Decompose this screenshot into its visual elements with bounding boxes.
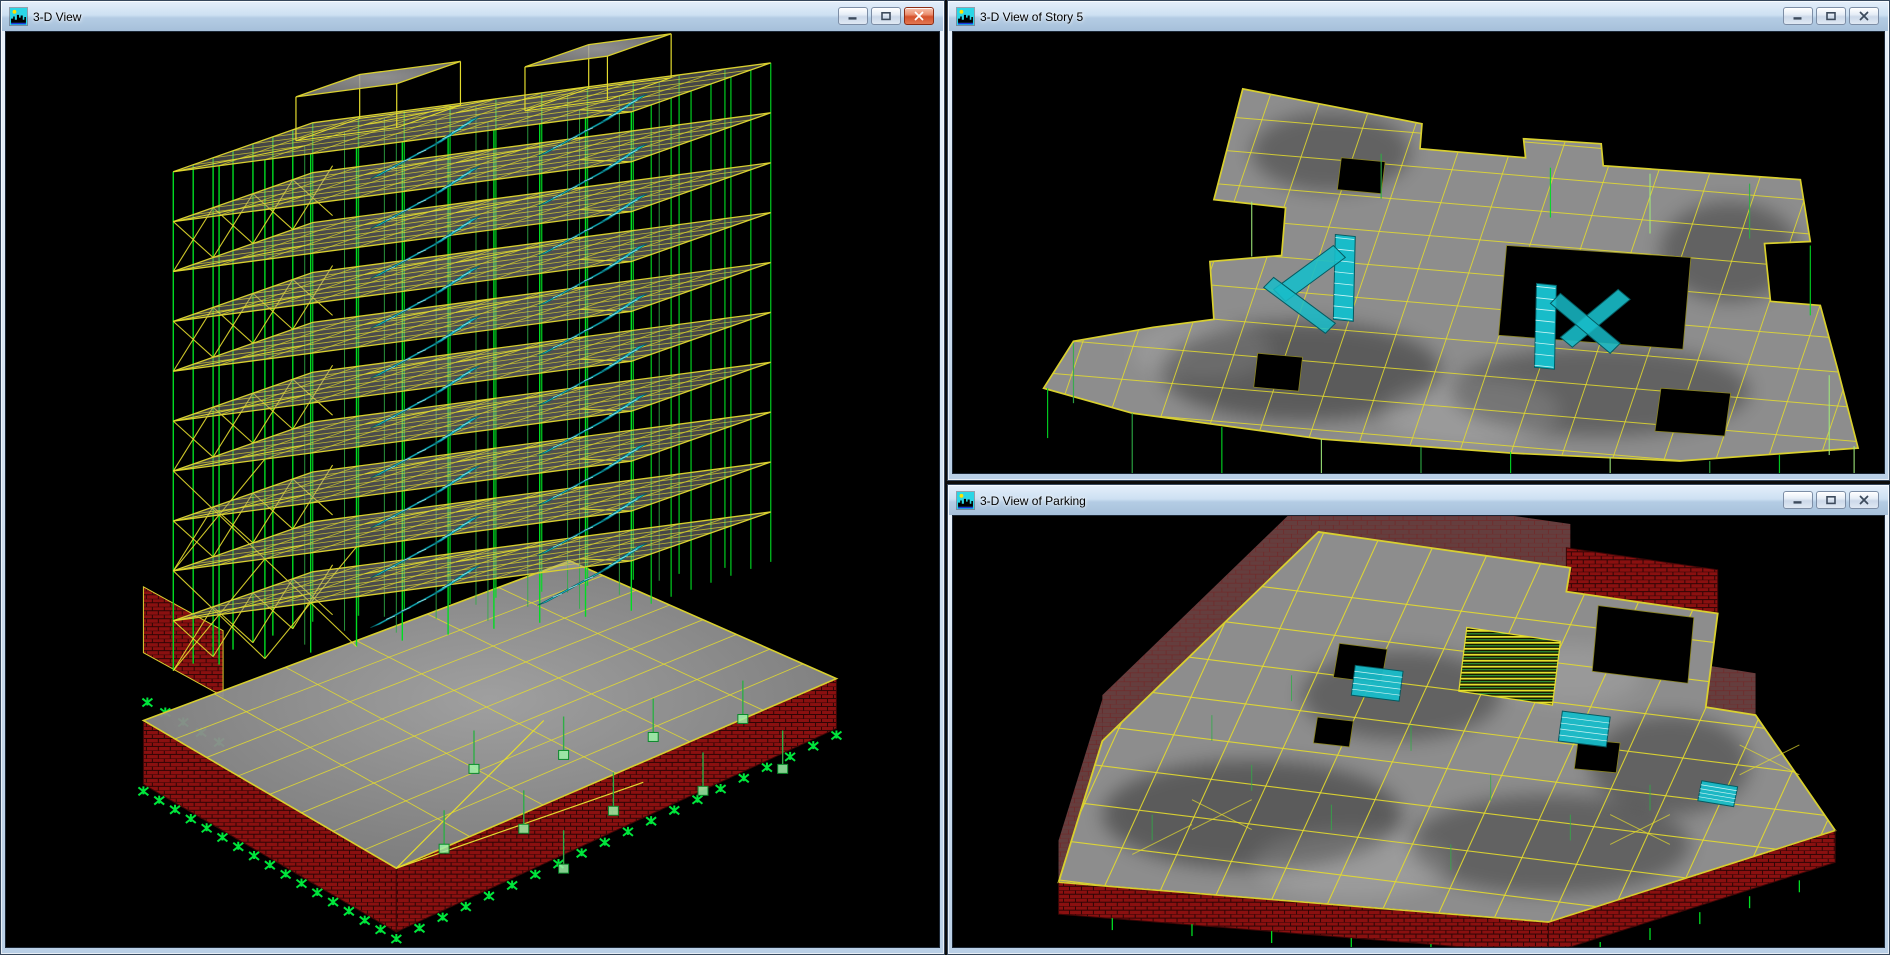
- minimize-button[interactable]: [838, 7, 868, 25]
- titlebar[interactable]: 3-D View of Parking: [949, 486, 1888, 515]
- window-3d-view: 3-D View: [0, 0, 945, 955]
- window-title: 3-D View: [33, 10, 81, 24]
- close-button[interactable]: [1849, 491, 1879, 509]
- maximize-icon: [1825, 11, 1837, 21]
- close-icon: [913, 11, 925, 21]
- maximize-icon: [880, 11, 892, 21]
- titlebar[interactable]: 3-D View: [2, 2, 943, 31]
- viewport-story5[interactable]: [952, 31, 1885, 474]
- close-icon: [1858, 11, 1870, 21]
- minimize-button[interactable]: [1783, 491, 1813, 509]
- model-view-icon: [10, 8, 27, 25]
- viewport-parking[interactable]: [952, 515, 1885, 948]
- story5-3d-model: [953, 32, 1884, 473]
- window-title: 3-D View of Parking: [980, 494, 1086, 508]
- parking-3d-model: [953, 516, 1884, 947]
- maximize-button[interactable]: [871, 7, 901, 25]
- maximize-button[interactable]: [1816, 7, 1846, 25]
- window-controls: [1783, 491, 1879, 509]
- building-3d-model: [6, 32, 939, 947]
- minimize-icon: [1792, 11, 1804, 21]
- window-3d-view-parking: 3-D View of Parking: [947, 484, 1890, 955]
- window-3d-view-story5: 3-D View of Story 5: [947, 0, 1890, 481]
- close-icon: [1858, 495, 1870, 505]
- viewport-3d-view[interactable]: [5, 31, 940, 948]
- maximize-button[interactable]: [1816, 491, 1846, 509]
- close-button[interactable]: [904, 7, 934, 25]
- window-controls: [1783, 7, 1879, 25]
- minimize-icon: [847, 11, 859, 21]
- titlebar[interactable]: 3-D View of Story 5: [949, 2, 1888, 31]
- minimize-button[interactable]: [1783, 7, 1813, 25]
- window-title: 3-D View of Story 5: [980, 10, 1083, 24]
- model-view-icon: [957, 492, 974, 509]
- maximize-icon: [1825, 495, 1837, 505]
- close-button[interactable]: [1849, 7, 1879, 25]
- window-controls: [838, 7, 934, 25]
- minimize-icon: [1792, 495, 1804, 505]
- model-view-icon: [957, 8, 974, 25]
